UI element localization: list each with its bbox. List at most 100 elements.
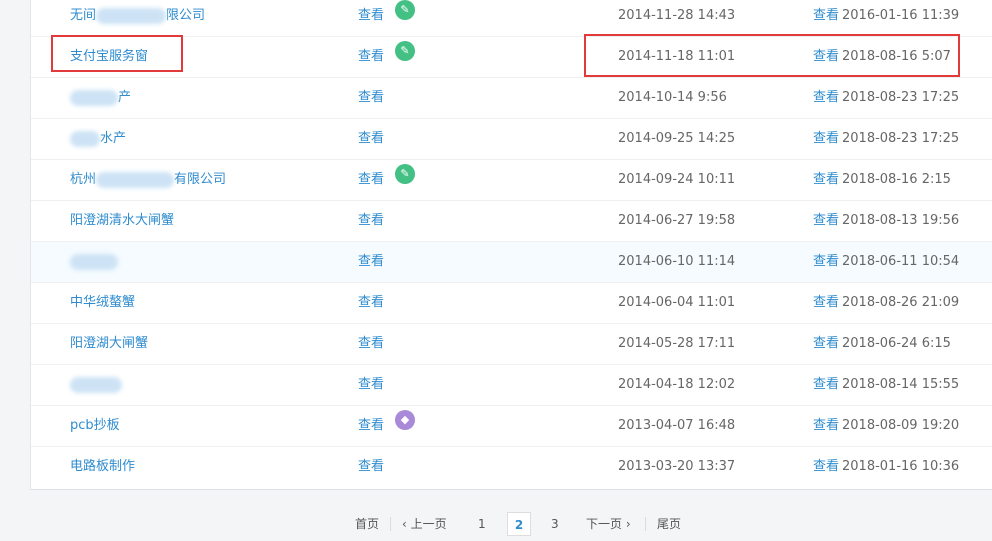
table-row: 阳澄湖清水大闸蟹 查看 2014-06-27 19:58 查看 2018-08-1… <box>31 201 992 242</box>
created-date: 2014-05-28 17:11 <box>618 336 736 351</box>
last-view-cell: 查看 2018-06-11 10:54 <box>813 242 959 282</box>
last-view-link[interactable]: 查看 <box>813 172 839 187</box>
view-link[interactable]: 查看 <box>358 324 384 364</box>
pencil-icon[interactable]: ✎ <box>395 164 415 184</box>
last-view-date: 2018-08-16 2:15 <box>842 172 951 187</box>
last-view-link[interactable]: 查看 <box>813 254 839 269</box>
redacted-blur <box>70 253 118 270</box>
last-view-cell: 查看 2018-08-26 21:09 <box>813 283 959 323</box>
redacted-blur <box>70 130 100 147</box>
table-row: 无间 限公司 查看 ✎ 2014-11-28 14:43 查看 2016-01-16… <box>31 0 992 37</box>
table-row: 电路板制作 查看 2013-03-20 13:37 查看 2018-01-16 1… <box>31 447 992 488</box>
view-link[interactable]: 查看 <box>358 447 384 487</box>
last-view-cell: 查看 2018-08-13 19:56 <box>813 201 959 241</box>
view-link[interactable]: 查看 <box>358 37 384 77</box>
last-view-link[interactable]: 查看 <box>813 131 839 146</box>
view-link[interactable]: 查看 <box>358 406 384 446</box>
view-link[interactable]: 查看 <box>358 365 384 405</box>
created-date: 2013-03-20 13:37 <box>618 459 736 474</box>
pencil-icon[interactable]: ✎ <box>395 0 415 20</box>
last-view-cell: 查看 2018-01-16 10:36 <box>813 447 959 487</box>
last-view-link[interactable]: 查看 <box>813 8 839 23</box>
redacted-blur <box>70 376 122 393</box>
highlight-box-dates <box>584 34 960 77</box>
redacted-blur <box>96 7 167 24</box>
table-row: 产 查看 2014-10-14 9:56 查看 2018-08-23 17:25 <box>31 78 992 119</box>
last-view-cell: 查看 2016-01-16 11:39 <box>813 0 959 36</box>
pagination: 首页 ‹ 上一页 1 2 3 下一页 › 尾页 <box>0 512 992 536</box>
last-view-date: 2018-08-23 17:25 <box>842 131 960 146</box>
table-row: 水产 查看 2014-09-25 14:25 查看 2018-08-23 17:2… <box>31 119 992 160</box>
first-page-link[interactable]: 首页 <box>355 512 379 536</box>
created-date: 2014-06-04 11:01 <box>618 295 736 310</box>
page-link-2-current[interactable]: 2 <box>507 512 531 536</box>
redacted-blur <box>70 89 118 106</box>
row-name-link[interactable]: pcb抄板 <box>70 406 120 446</box>
last-view-date: 2018-01-16 10:36 <box>842 459 960 474</box>
last-view-cell: 查看 2018-08-23 17:25 <box>813 78 959 118</box>
last-view-link[interactable]: 查看 <box>813 90 839 105</box>
row-name-link[interactable]: 产 <box>70 78 131 118</box>
row-name-link[interactable]: 杭州 有限公司 <box>70 160 226 200</box>
pencil-icon[interactable]: ✎ <box>395 41 415 61</box>
prev-page-link[interactable]: ‹ 上一页 <box>402 512 447 536</box>
view-link[interactable]: 查看 <box>358 78 384 118</box>
last-view-date: 2018-06-11 10:54 <box>842 254 960 269</box>
last-view-cell: 查看 2018-08-14 15:55 <box>813 365 959 405</box>
divider <box>645 517 646 531</box>
view-link[interactable]: 查看 <box>358 242 384 282</box>
row-name-link[interactable]: 水产 <box>70 119 126 159</box>
last-view-cell: 查看 2018-08-09 19:20 <box>813 406 959 446</box>
table-row: 查看 2014-04-18 12:02 查看 2018-08-14 15:55 <box>31 365 992 406</box>
row-name-link[interactable]: 阳澄湖大闸蟹 <box>70 324 148 364</box>
divider <box>390 517 391 531</box>
last-page-link[interactable]: 尾页 <box>657 512 681 536</box>
last-view-link[interactable]: 查看 <box>813 377 839 392</box>
last-view-date: 2018-08-23 17:25 <box>842 90 960 105</box>
view-link[interactable]: 查看 <box>358 160 384 200</box>
last-view-link[interactable]: 查看 <box>813 295 839 310</box>
row-name-link[interactable]: 阳澄湖清水大闸蟹 <box>70 201 174 241</box>
row-name-link[interactable]: 中华绒螯蟹 <box>70 283 135 323</box>
page-link-3[interactable]: 3 <box>551 512 559 536</box>
table-row: pcb抄板 查看 ◆ 2013-04-07 16:48 查看 2018-08-09… <box>31 406 992 447</box>
last-view-date: 2018-08-09 19:20 <box>842 418 960 433</box>
row-name-link[interactable]: 电路板制作 <box>70 447 135 487</box>
chevron-right-icon: › <box>625 517 631 531</box>
row-name-link[interactable]: 无间 限公司 <box>70 0 205 36</box>
created-date: 2013-04-07 16:48 <box>618 418 736 433</box>
table-row: 杭州 有限公司 查看 ✎ 2014-09-24 10:11 查看 2018-08-1… <box>31 160 992 201</box>
view-link[interactable]: 查看 <box>358 283 384 323</box>
last-view-date: 2018-08-14 15:55 <box>842 377 960 392</box>
last-view-link[interactable]: 查看 <box>813 336 839 351</box>
view-link[interactable]: 查看 <box>358 201 384 241</box>
page-link-1[interactable]: 1 <box>478 512 486 536</box>
created-date: 2014-06-27 19:58 <box>618 213 736 228</box>
created-date: 2014-09-24 10:11 <box>618 172 736 187</box>
row-name-link[interactable] <box>70 242 118 282</box>
created-date: 2014-09-25 14:25 <box>618 131 736 146</box>
table-row: 中华绒螯蟹 查看 2014-06-04 11:01 查看 2018-08-26 2… <box>31 283 992 324</box>
last-view-date: 2016-01-16 11:39 <box>842 8 960 23</box>
last-view-date: 2018-08-26 21:09 <box>842 295 960 310</box>
last-view-cell: 查看 2018-06-24 6:15 <box>813 324 951 364</box>
last-view-link[interactable]: 查看 <box>813 418 839 433</box>
last-view-cell: 查看 2018-08-16 2:15 <box>813 160 951 200</box>
view-link[interactable]: 查看 <box>358 0 384 36</box>
last-view-date: 2018-08-13 19:56 <box>842 213 960 228</box>
last-view-link[interactable]: 查看 <box>813 459 839 474</box>
table-row: 阳澄湖大闸蟹 查看 2014-05-28 17:11 查看 2018-06-24 … <box>31 324 992 365</box>
highlight-box-name <box>51 35 183 72</box>
view-link[interactable]: 查看 <box>358 119 384 159</box>
next-page-link[interactable]: 下一页 › <box>586 512 631 536</box>
last-view-link[interactable]: 查看 <box>813 213 839 228</box>
created-date: 2014-06-10 11:14 <box>618 254 736 269</box>
created-date: 2014-04-18 12:02 <box>618 377 736 392</box>
redacted-blur <box>96 171 175 188</box>
chevron-left-icon: ‹ <box>402 517 407 531</box>
row-name-link[interactable] <box>70 365 122 405</box>
layers-icon[interactable]: ◆ <box>395 410 415 430</box>
last-view-cell: 查看 2018-08-23 17:25 <box>813 119 959 159</box>
created-date: 2014-10-14 9:56 <box>618 90 727 105</box>
table-row: 查看 2014-06-10 11:14 查看 2018-06-11 10:54 <box>31 242 992 283</box>
